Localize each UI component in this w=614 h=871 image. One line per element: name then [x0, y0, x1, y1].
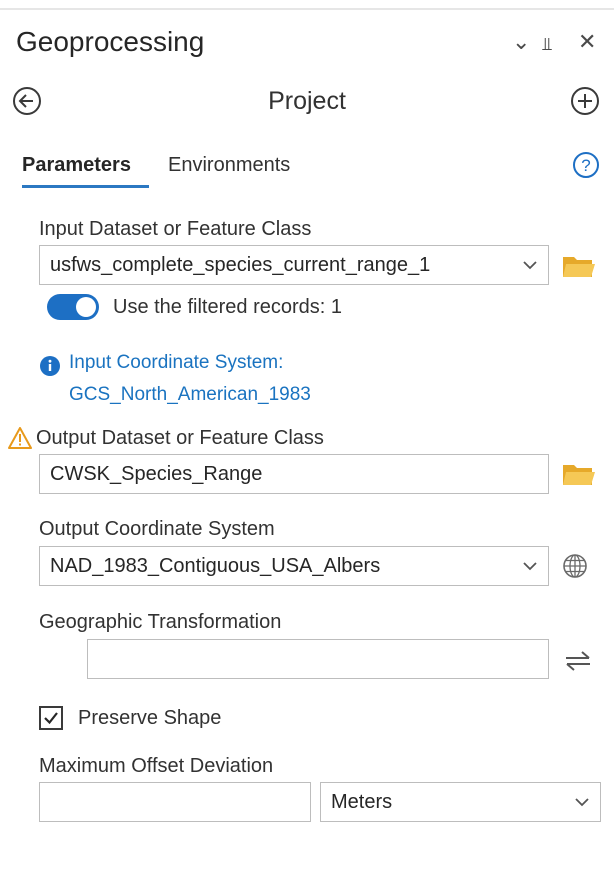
checkmark-icon — [44, 712, 58, 725]
swap-icon[interactable] — [562, 648, 594, 674]
pane-title: Geoprocessing — [16, 26, 205, 57]
active-tab-indicator — [22, 185, 149, 188]
output-cs-label: Output Coordinate System — [39, 518, 275, 540]
unit-value: Meters — [331, 791, 393, 813]
max-offset-label: Maximum Offset Deviation — [39, 755, 274, 777]
chevron-down-icon — [575, 798, 589, 807]
input-dataset-select[interactable]: usfws_complete_species_current_range_1 — [39, 245, 549, 285]
pane-options-icon[interactable]: ⌄ — [512, 30, 530, 54]
tab-environments[interactable]: Environments — [168, 154, 290, 177]
close-icon[interactable]: ✕ — [578, 30, 596, 54]
warning-icon — [8, 427, 32, 449]
unit-select[interactable]: Meters — [320, 782, 601, 822]
pin-icon[interactable]: ⫫ — [542, 32, 552, 56]
svg-text:?: ? — [581, 156, 590, 175]
folder-icon[interactable] — [562, 460, 596, 488]
preserve-shape-label: Preserve Shape — [78, 707, 222, 729]
tab-parameters[interactable]: Parameters — [22, 154, 131, 177]
output-cs-select[interactable]: NAD_1983_Contiguous_USA_Albers — [39, 546, 549, 586]
max-offset-input[interactable] — [39, 782, 311, 822]
add-icon[interactable] — [570, 86, 600, 116]
info-icon — [40, 356, 60, 376]
output-cs-value: NAD_1983_Contiguous_USA_Albers — [50, 555, 381, 577]
chevron-down-icon — [523, 562, 537, 571]
folder-icon[interactable] — [562, 252, 596, 280]
output-dataset-value: CWSK_Species_Range — [50, 463, 263, 485]
input-dataset-label: Input Dataset or Feature Class — [39, 218, 312, 240]
chevron-down-icon — [523, 261, 537, 270]
filter-toggle-label: Use the filtered records: 1 — [113, 296, 342, 318]
input-dataset-value: usfws_complete_species_current_range_1 — [50, 254, 431, 276]
top-divider — [0, 8, 614, 10]
geoprocessing-pane: Geoprocessing ⌄ ⫫ ✕ Project Parameters E… — [0, 0, 614, 871]
tool-title: Project — [268, 87, 346, 115]
geo-transform-input[interactable] — [87, 639, 549, 679]
output-dataset-input[interactable]: CWSK_Species_Range — [39, 454, 549, 494]
help-icon[interactable]: ? — [572, 151, 600, 179]
preserve-shape-checkbox[interactable] — [39, 706, 63, 730]
geo-transform-label: Geographic Transformation — [39, 611, 282, 633]
globe-icon[interactable] — [562, 553, 588, 579]
input-cs-name[interactable]: GCS_North_American_1983 — [69, 384, 311, 406]
toggle-knob — [76, 297, 96, 317]
filter-toggle[interactable] — [47, 294, 99, 320]
output-dataset-label: Output Dataset or Feature Class — [36, 427, 324, 449]
input-cs-link[interactable]: Input Coordinate System: — [69, 352, 283, 374]
